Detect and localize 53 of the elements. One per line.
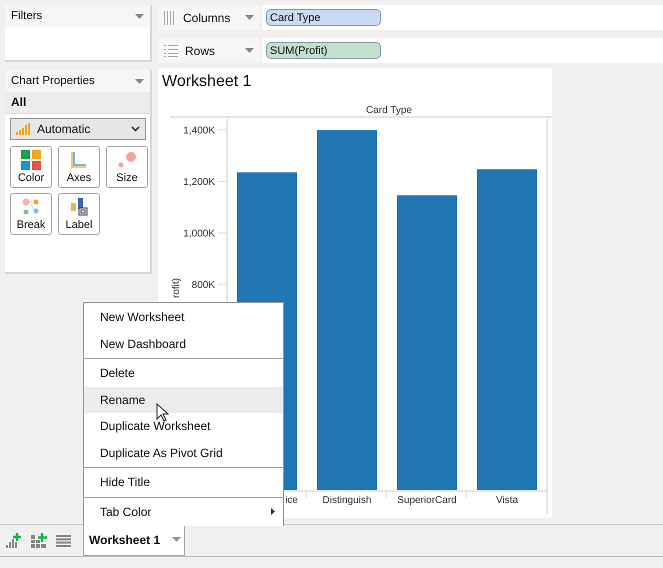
color-squares-icon [21,150,41,170]
caret-icon [245,15,254,20]
tick-label: 1,200K [183,176,215,188]
menu-item[interactable]: Hide Title [84,469,283,496]
caret-icon [245,48,254,53]
dots-icon [21,197,41,217]
section-header: All [5,92,150,114]
field-pill[interactable]: Card Type [266,9,381,26]
menu-item[interactable]: Rename [84,386,283,413]
caret-icon[interactable] [135,78,144,84]
panel-title: Filters [11,10,42,22]
axis-title: rofit) [171,278,182,298]
menu-item[interactable]: Delete [84,360,283,386]
axes-icon [69,150,89,170]
caret-icon[interactable] [135,14,144,18]
category-label: SuperiorCard [397,495,457,506]
shelf-drop-area[interactable]: Card Type [262,5,663,30]
sheet-tab[interactable]: Worksheet 1 [83,524,185,556]
cursor-icon [156,403,169,422]
add-chart-icon[interactable] [6,533,22,548]
tick-label: 1,400K [183,125,215,136]
menu-item[interactable]: Duplicate Worksheet [84,413,283,440]
property-button[interactable]: Break [10,193,52,235]
panel-title: Chart Properties [11,75,95,87]
field-pill[interactable]: SUM(Profit) [266,42,381,59]
menu-item[interactable]: New Worksheet [84,304,283,330]
tick-label: 1,000K [183,228,215,240]
menu-item[interactable]: New Dashboard [84,330,283,357]
menu-icon[interactable] [56,534,71,546]
property-button[interactable]: Axes [58,146,100,188]
shelf-drop-area[interactable]: SUM(Profit) [262,38,663,63]
list-icon [164,44,178,56]
category-label: ice [285,495,298,506]
shelf-label[interactable]: Rows [158,38,260,63]
menu-item[interactable]: Duplicate As Pivot Grid [84,440,283,466]
category-label: Distinguish [322,495,372,506]
caret-icon [172,537,182,542]
column-header: Card Type [366,105,412,116]
worksheet-title: Worksheet 1 [161,72,253,92]
bar-chart-icon [16,123,31,135]
label-icon [69,197,89,217]
grip-icon [164,10,176,24]
chevron-icon [131,126,140,132]
menu-item[interactable]: Tab Color [84,498,283,525]
shelf-label[interactable]: Columns [158,5,260,30]
property-button[interactable]: Label [58,193,100,235]
chart-type-dropdown[interactable]: Automatic [10,118,146,140]
tick-label: 800K [192,280,215,291]
circles-icon [117,150,137,170]
add-dashboard-icon[interactable] [31,533,47,548]
category-label: Vista [496,495,518,506]
property-button[interactable]: Size [106,146,148,188]
property-button[interactable]: Color [10,146,52,188]
